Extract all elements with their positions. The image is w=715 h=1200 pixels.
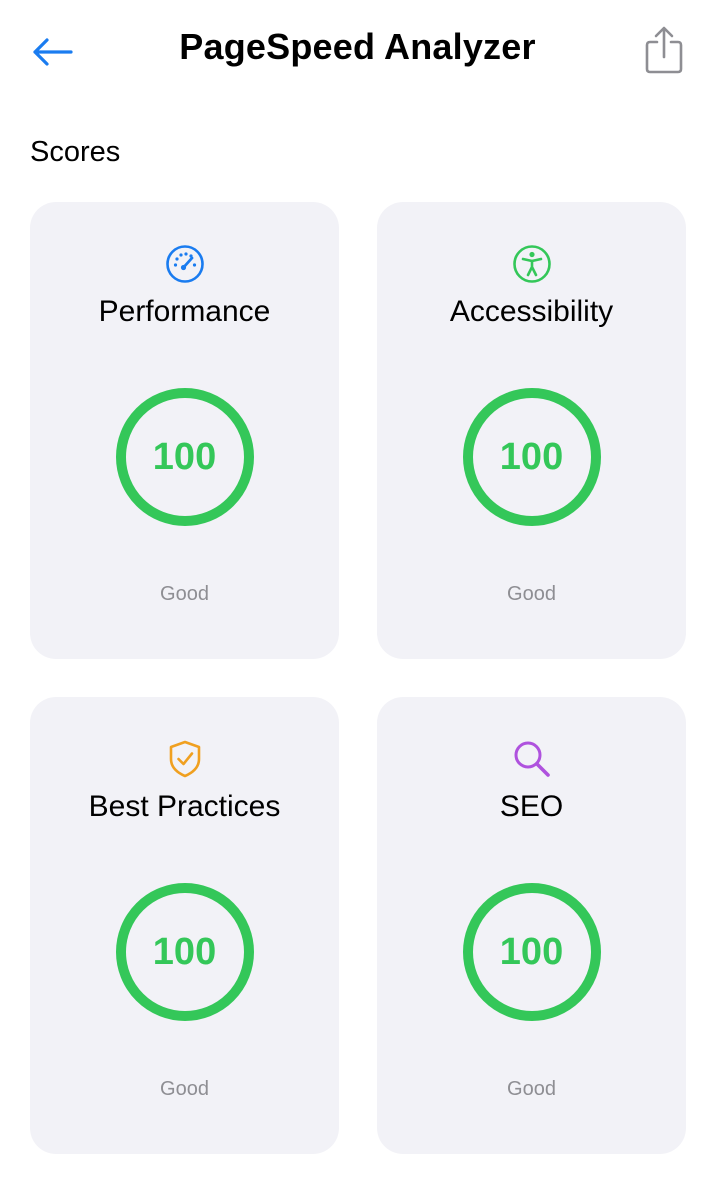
share-button[interactable] xyxy=(641,22,687,78)
status-label: Good xyxy=(160,583,209,605)
status-label: Good xyxy=(507,583,556,605)
score-value: 100 xyxy=(152,435,217,478)
speedometer-icon xyxy=(30,244,339,284)
accessibility-icon xyxy=(377,244,686,284)
score-card-accessibility[interactable]: Accessibility 100 Good xyxy=(377,202,686,659)
magnifying-glass-icon xyxy=(377,739,686,779)
score-value: 100 xyxy=(499,930,564,973)
status-label: Good xyxy=(160,1078,209,1100)
score-gauge: 100 xyxy=(115,387,255,527)
section-title-scores: Scores xyxy=(30,136,121,168)
score-cards-grid: Performance 100 Good Accessibility 100 G xyxy=(30,202,686,1154)
score-gauge: 100 xyxy=(462,882,602,1022)
shield-check-icon xyxy=(30,739,339,779)
score-value: 100 xyxy=(152,930,217,973)
card-title: Best Practices xyxy=(88,790,281,823)
share-icon xyxy=(645,26,683,74)
navigation-bar: PageSpeed Analyzer xyxy=(0,0,715,100)
score-card-performance[interactable]: Performance 100 Good xyxy=(30,202,339,659)
score-card-seo[interactable]: SEO 100 Good xyxy=(377,697,686,1154)
card-title: SEO xyxy=(499,790,564,823)
page-title: PageSpeed Analyzer xyxy=(179,26,536,67)
status-label: Good xyxy=(507,1078,556,1100)
card-title: Accessibility xyxy=(449,295,614,328)
score-card-best-practices[interactable]: Best Practices 100 Good xyxy=(30,697,339,1154)
score-value: 100 xyxy=(499,435,564,478)
card-title: Performance xyxy=(98,295,271,328)
score-gauge: 100 xyxy=(462,387,602,527)
score-gauge: 100 xyxy=(115,882,255,1022)
